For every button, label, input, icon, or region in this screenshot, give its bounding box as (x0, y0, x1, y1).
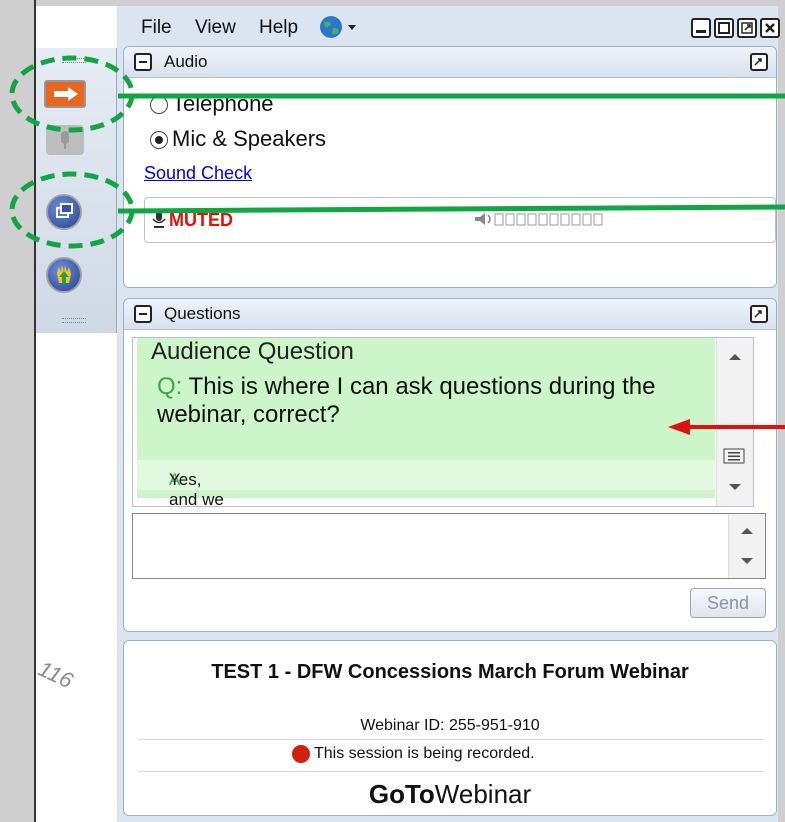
microphone-icon (61, 131, 69, 149)
menu-help[interactable]: Help (259, 17, 298, 39)
brand-bold: GoTo (368, 779, 435, 809)
question-prefix: Q: (157, 373, 183, 400)
speaker-volume-meter (475, 213, 603, 226)
session-title: TEST 1 - DFW Concessions March Forum Web… (211, 661, 689, 683)
questions-popout-button[interactable] (750, 305, 768, 323)
audio-panel: Audio Telephone Mic & Speakers Sound Che… (123, 46, 777, 288)
language-menu[interactable] (317, 14, 361, 40)
mic-speakers-radio[interactable] (150, 131, 168, 149)
raise-hand-icon (57, 265, 71, 284)
telephone-radio[interactable] (150, 96, 168, 114)
audio-panel-header: Audio (124, 47, 776, 78)
speaker-icon (475, 213, 485, 225)
maximize-button[interactable] (714, 18, 734, 38)
answer-row: A: Yes, and we will respond with audio. (137, 460, 715, 506)
toolbar-grip-bottom[interactable] (62, 318, 86, 323)
scroll-down-icon[interactable] (729, 484, 741, 490)
recording-icon (292, 745, 310, 763)
audio-popout-button[interactable] (750, 53, 768, 71)
menu-bar: File View Help (117, 6, 780, 46)
webinar-id: Webinar ID: 255-951-910 (360, 717, 540, 734)
page-watermark-number: 116 (34, 655, 77, 694)
toolbar-grip-top[interactable] (62, 58, 86, 63)
minimize-button[interactable] (691, 18, 711, 38)
popout-icon (741, 22, 753, 34)
microphone-icon (152, 211, 166, 228)
scroll-down-icon[interactable] (741, 558, 753, 564)
audio-panel-title: Audio (164, 52, 208, 71)
divider (138, 771, 764, 772)
outer-frame-right (778, 0, 785, 822)
popout-window-button[interactable] (737, 18, 757, 38)
menu-view[interactable]: View (195, 17, 236, 39)
maximize-icon (718, 22, 730, 34)
question-log[interactable]: Audience Question Q: This is where I can… (132, 337, 754, 507)
audio-meter-box: MUTED (144, 197, 776, 243)
answer-text: Yes, and we will respond with audio. (169, 470, 224, 507)
telephone-label: Telephone (172, 91, 274, 116)
window-icon (56, 203, 73, 218)
menu-file[interactable]: File (141, 17, 172, 39)
arrow-right-icon (54, 87, 78, 101)
close-button[interactable] (760, 18, 780, 38)
audio-collapse-button[interactable] (134, 53, 152, 71)
divider (138, 739, 764, 740)
close-icon (765, 23, 775, 33)
gotowebinar-control-panel: File View Help Audio Telephone Mic & Spe… (117, 6, 780, 822)
questions-panel-header: Questions (124, 299, 776, 330)
gotowebinar-logo: GoToWebinar (124, 779, 776, 810)
question-input[interactable] (132, 513, 766, 579)
microphone-button[interactable] (46, 125, 84, 155)
question-text: This is where I can ask questions during… (157, 373, 656, 428)
screen-view-button[interactable] (46, 194, 82, 230)
minimize-icon (696, 30, 706, 33)
popout-icon (754, 310, 762, 318)
recording-notice: This session is being recorded. (314, 745, 535, 762)
question-log-scrollbar[interactable] (716, 338, 753, 506)
list-view-icon[interactable] (723, 448, 745, 464)
brand-light: Webinar (434, 779, 532, 809)
questions-panel-title: Questions (164, 304, 241, 323)
globe-icon (320, 16, 356, 38)
send-button[interactable]: Send (690, 588, 766, 618)
show-hide-panel-button[interactable] (44, 80, 86, 108)
session-info-panel: TEST 1 - DFW Concessions March Forum Web… (123, 640, 777, 816)
question-text-block: Q: This is where I can ask questions dur… (157, 373, 717, 429)
scroll-up-icon[interactable] (741, 528, 753, 534)
audience-question-header: Audience Question (151, 338, 354, 365)
mic-speakers-label: Mic & Speakers (172, 126, 327, 151)
popout-icon (754, 58, 762, 66)
questions-collapse-button[interactable] (134, 305, 152, 323)
question-input-scrollbar[interactable] (728, 514, 765, 578)
outer-frame-left (0, 0, 36, 822)
raise-hand-button[interactable] (46, 257, 82, 293)
sound-check-link[interactable]: Sound Check (144, 163, 252, 184)
scroll-up-icon[interactable] (729, 354, 741, 360)
muted-status: MUTED (169, 210, 233, 230)
